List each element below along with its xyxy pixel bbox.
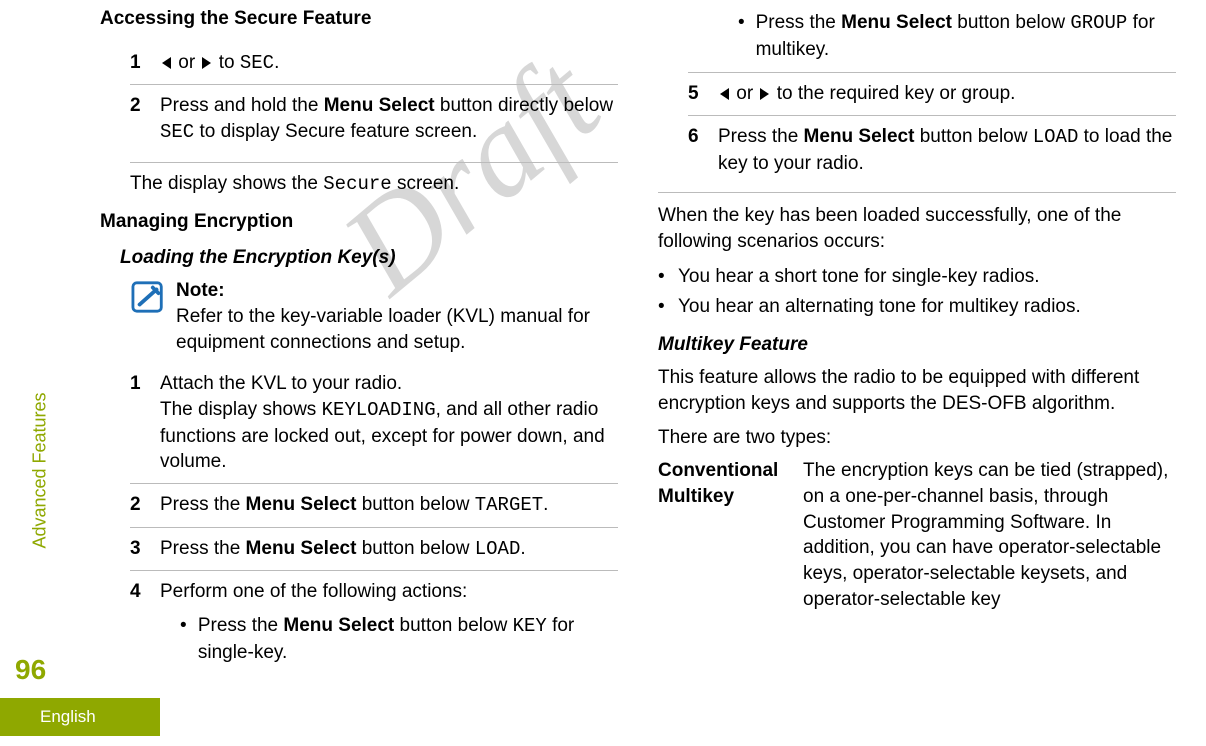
arrow-left-icon: [162, 57, 171, 69]
bullet-group: Press the Menu Select button below GROUP…: [718, 8, 1176, 64]
access-step-2: 2 Press and hold the Menu Select button …: [130, 85, 618, 153]
code-secure: Secure: [323, 173, 391, 195]
load-step-1: 1 Attach the KVL to your radio. The disp…: [130, 363, 618, 484]
step-number: 1: [130, 371, 160, 475]
menu-select-label: Menu Select: [324, 95, 435, 116]
step-number: [688, 8, 718, 64]
step-number: 1: [130, 50, 160, 77]
load-step-4: 4 Perform one of the following actions: …: [130, 571, 618, 675]
heading-managing-encryption: Managing Encryption: [100, 209, 618, 235]
note-body: Note: Refer to the key-variable loader (…: [176, 278, 618, 355]
step-number: 4: [130, 579, 160, 667]
result-bullet-1: You hear a short tone for single-key rad…: [658, 262, 1176, 292]
code-keyloading: KEYLOADING: [322, 399, 436, 421]
heading-multikey: Multikey Feature: [658, 332, 1176, 358]
step-body: Attach the KVL to your radio. The displa…: [160, 371, 618, 475]
def-term: Conventional Multikey: [658, 458, 803, 612]
def-desc: The encryption keys can be tied (strappe…: [803, 458, 1176, 612]
note-title: Note:: [176, 278, 618, 304]
code-sec: SEC: [240, 52, 274, 74]
code-sec: SEC: [160, 121, 194, 143]
load-step-3: 3 Press the Menu Select button below LOA…: [130, 528, 618, 572]
step-4-bullets-cont: Press the Menu Select button below GROUP…: [688, 0, 1176, 73]
result-intro: When the key has been loaded successfull…: [658, 192, 1176, 254]
menu-select-label: Menu Select: [283, 615, 394, 636]
content-columns: Draft Accessing the Secure Feature 1 or …: [80, 0, 1206, 746]
menu-select-label: Menu Select: [841, 12, 952, 33]
access-result: The display shows the Secure screen.: [130, 162, 618, 198]
heading-loading-keys: Loading the Encryption Key(s): [120, 245, 618, 271]
note-icon: [130, 280, 168, 314]
multikey-p1: This feature allows the radio to be equi…: [658, 365, 1176, 416]
step-number: 3: [130, 536, 160, 563]
arrow-left-icon: [720, 88, 729, 100]
definition-conventional-multikey: Conventional Multikey The encryption key…: [658, 458, 1176, 612]
step-number: 2: [130, 492, 160, 519]
heading-accessing-secure: Accessing the Secure Feature: [100, 6, 618, 32]
cont-bullets: Press the Menu Select button below GROUP…: [718, 8, 1176, 64]
menu-select-label: Menu Select: [246, 538, 357, 559]
code-target: TARGET: [475, 494, 543, 516]
step-body: or to the required key or group.: [718, 81, 1176, 107]
code-load: LOAD: [1033, 126, 1079, 148]
step-body: Press the Menu Select button below LOAD.: [160, 536, 618, 563]
load-step-6: 6 Press the Menu Select button below LOA…: [688, 116, 1176, 184]
step-body: Perform one of the following actions: Pr…: [160, 579, 618, 667]
sidebar: Advanced Features 96 English: [0, 0, 80, 746]
menu-select-label: Menu Select: [804, 126, 915, 147]
step-number: 6: [688, 124, 718, 176]
arrow-right-icon: [760, 88, 769, 100]
code-group: GROUP: [1070, 12, 1127, 34]
load-step-2: 2 Press the Menu Select button below TAR…: [130, 484, 618, 528]
text-to: to: [213, 52, 239, 73]
text-tail: .: [274, 52, 279, 73]
step-body: Press and hold the Menu Select button di…: [160, 93, 618, 145]
menu-select-label: Menu Select: [246, 494, 357, 515]
result-bullet-2: You hear an alternating tone for multike…: [658, 292, 1176, 322]
text-or: or: [173, 52, 200, 73]
note-text: Refer to the key-variable loader (KVL) m…: [176, 304, 618, 355]
arrow-right-icon: [202, 57, 211, 69]
section-label: Advanced Features: [30, 392, 51, 548]
page-number: 96: [15, 654, 46, 686]
step-body: or to SEC.: [160, 50, 618, 77]
multikey-p2: There are two types:: [658, 425, 1176, 451]
step-number: 2: [130, 93, 160, 145]
note-block: Note: Refer to the key-variable loader (…: [130, 278, 618, 355]
code-key: KEY: [513, 615, 547, 637]
page: Advanced Features 96 English Draft Acces…: [0, 0, 1206, 746]
result-bullets: You hear a short tone for single-key rad…: [658, 262, 1176, 321]
right-column: Press the Menu Select button below GROUP…: [658, 0, 1176, 736]
step-4-bullets: Press the Menu Select button below KEY f…: [160, 611, 618, 667]
access-step-1: 1 or to SEC.: [130, 42, 618, 86]
code-load: LOAD: [475, 538, 521, 560]
left-column: Accessing the Secure Feature 1 or to SEC…: [100, 0, 618, 736]
load-step-5: 5 or to the required key or group.: [688, 73, 1176, 116]
step-body: Press the Menu Select button below LOAD …: [718, 124, 1176, 176]
step-body: Press the Menu Select button below TARGE…: [160, 492, 618, 519]
step-number: 5: [688, 81, 718, 107]
bullet-key: Press the Menu Select button below KEY f…: [160, 611, 618, 667]
